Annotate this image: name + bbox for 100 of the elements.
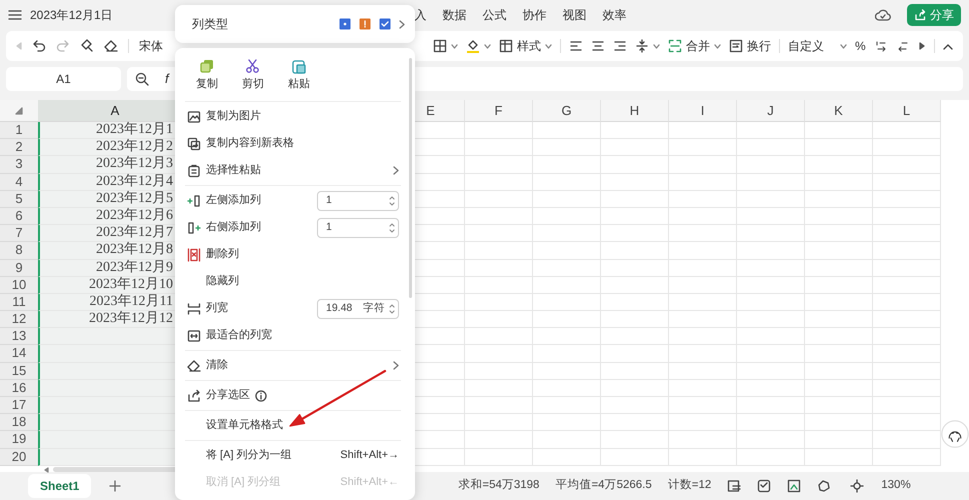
comment-icon[interactable]: [757, 479, 772, 493]
play-icon[interactable]: [918, 41, 926, 51]
column-header[interactable]: G: [533, 100, 601, 122]
scrollbar-thumb[interactable]: [409, 58, 412, 298]
column-header[interactable]: F: [465, 100, 533, 122]
menu-item-text[interactable]: 复制为图片: [206, 108, 261, 125]
text-type-icon[interactable]: [339, 18, 351, 30]
row-header[interactable]: 10: [0, 276, 38, 294]
menu-tab[interactable]: 数据: [442, 6, 467, 24]
caret-icon[interactable]: [714, 44, 721, 48]
row-header[interactable]: 8: [0, 242, 38, 260]
menu-item-text[interactable]: 清除: [206, 357, 228, 374]
row-header[interactable]: 20: [0, 448, 38, 466]
menu-tab[interactable]: 效率: [602, 6, 627, 24]
wrap-text-button[interactable]: 换行: [747, 37, 771, 55]
row-header[interactable]: 13: [0, 328, 38, 346]
menu-item-text[interactable]: 复制内容到新表格: [206, 135, 294, 152]
row-header[interactable]: 11: [0, 294, 38, 312]
menu-item-text[interactable]: 将 [A] 列分为一组: [206, 447, 292, 464]
menu-item-text[interactable]: 最适合的列宽: [206, 327, 272, 344]
image-icon[interactable]: [787, 479, 802, 493]
number-format-field[interactable]: 自定义: [788, 37, 824, 55]
view-mode-icon[interactable]: [849, 479, 866, 493]
eraser-icon[interactable]: [104, 39, 118, 53]
menu-item-text[interactable]: 左侧添加列: [206, 192, 261, 209]
column-header[interactable]: H: [601, 100, 669, 122]
menu-tab[interactable]: 协作: [522, 6, 547, 24]
percent-button[interactable]: %: [855, 37, 866, 55]
zoom-out-icon[interactable]: [135, 72, 149, 86]
row-header[interactable]: 17: [0, 397, 38, 414]
number-field[interactable]: 19.48 字符: [317, 298, 399, 318]
borders-icon[interactable]: [433, 39, 447, 53]
info-icon[interactable]: [255, 390, 267, 402]
align-center-icon[interactable]: [591, 40, 605, 52]
stepper-icon[interactable]: [389, 222, 395, 234]
stepper-icon[interactable]: [389, 302, 395, 314]
stepper-icon[interactable]: [389, 194, 395, 206]
checkbox-type-icon[interactable]: [379, 18, 391, 30]
row-header[interactable]: 19: [0, 431, 38, 449]
add-sheet-icon[interactable]: [109, 480, 122, 492]
caret-icon[interactable]: [484, 44, 491, 48]
font-name-field[interactable]: 宋体: [139, 37, 163, 55]
caret-icon[interactable]: [451, 44, 458, 48]
vertical-align-icon[interactable]: [635, 39, 649, 53]
number-field[interactable]: 1: [317, 190, 399, 210]
collapse-icon[interactable]: [942, 42, 953, 50]
fill-color-icon[interactable]: [466, 39, 480, 53]
menu-item-text[interactable]: 设置单元格格式: [206, 417, 283, 434]
row-header[interactable]: 18: [0, 414, 38, 432]
undo-icon[interactable]: [32, 39, 46, 53]
column-header[interactable]: K: [805, 100, 873, 122]
table-style-icon[interactable]: [499, 39, 513, 53]
sheet-tab[interactable]: Sheet1: [28, 474, 92, 498]
merge-cells-icon[interactable]: [668, 39, 682, 53]
wrap-text-icon[interactable]: [729, 39, 743, 53]
merge-button[interactable]: 合并: [686, 37, 710, 55]
format-painter-icon[interactable]: [80, 39, 94, 53]
menu-item-text[interactable]: 删除列: [206, 246, 239, 263]
row-header[interactable]: 7: [0, 225, 38, 242]
style-button[interactable]: 样式: [517, 37, 541, 55]
row-header[interactable]: 6: [0, 208, 38, 226]
select-all-icon[interactable]: [15, 106, 23, 114]
row-header[interactable]: 4: [0, 174, 38, 191]
number-field[interactable]: 1: [317, 218, 399, 238]
redo-icon[interactable]: [56, 39, 70, 53]
row-header[interactable]: 14: [0, 345, 38, 363]
column-header[interactable]: L: [873, 100, 941, 122]
scroll-left-icon[interactable]: [44, 466, 49, 473]
row-header[interactable]: 15: [0, 362, 38, 380]
menu-tab[interactable]: 视图: [562, 6, 587, 24]
row-header[interactable]: 5: [0, 190, 38, 208]
zoom-level-text[interactable]: 130%: [881, 477, 911, 495]
chevron-right-icon[interactable]: [399, 20, 405, 28]
row-header[interactable]: 1: [0, 122, 38, 140]
column-type-menu[interactable]: 列类型: [175, 5, 415, 43]
cloud-icon[interactable]: [875, 8, 891, 22]
scroll-left-icon[interactable]: [16, 42, 22, 50]
floating-assistant-button[interactable]: [941, 420, 969, 448]
row-header[interactable]: 3: [0, 156, 38, 174]
menu-item-text[interactable]: 列宽: [206, 300, 228, 317]
chevron-right-icon[interactable]: [393, 361, 399, 370]
menu-item-text[interactable]: 分享选区: [206, 387, 250, 404]
menu-item-text[interactable]: 右侧添加列: [206, 219, 261, 236]
menu-item-text[interactable]: 隐藏列: [206, 273, 239, 290]
row-header[interactable]: 2: [0, 139, 38, 156]
row-header[interactable]: 12: [0, 311, 38, 328]
column-header[interactable]: I: [669, 100, 737, 122]
column-header[interactable]: J: [737, 100, 805, 122]
menu-tab[interactable]: 公式: [482, 6, 507, 24]
row-header[interactable]: 16: [0, 380, 38, 397]
menu-item-text[interactable]: 选择性粘贴: [206, 162, 261, 179]
caret-icon[interactable]: [653, 44, 660, 48]
cell-reference-field[interactable]: A1: [6, 67, 121, 91]
menu-tab[interactable]: 入: [414, 6, 427, 24]
row-header[interactable]: 9: [0, 260, 38, 277]
share-button[interactable]: 分享: [907, 4, 961, 26]
align-left-icon[interactable]: [569, 40, 583, 52]
menu-icon[interactable]: [8, 9, 22, 21]
caret-icon[interactable]: [840, 44, 847, 48]
chevron-right-icon[interactable]: [393, 166, 399, 175]
